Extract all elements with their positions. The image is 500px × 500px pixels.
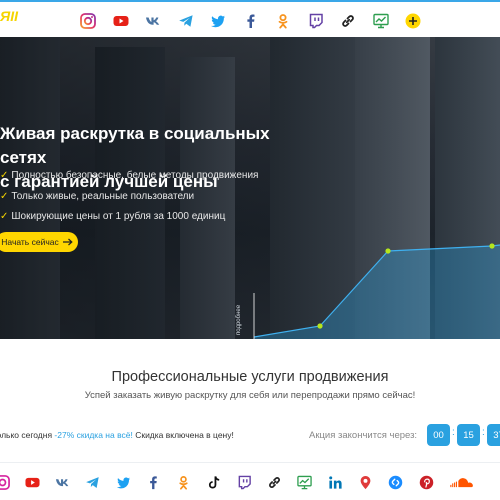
- pinterest-icon[interactable]: [418, 474, 434, 490]
- logo[interactable]: ЯII: [0, 8, 18, 24]
- check-icon: ✓: [0, 170, 9, 181]
- hero-bullet-text: Шокирующие цены от 1 рубля за 1000 едини…: [11, 211, 226, 222]
- hero-title: Живая раскрутка в социальных сетях с гар…: [0, 122, 320, 194]
- hero-bullet: ✓ Полностью безопасные, белые методы про…: [0, 170, 258, 181]
- chart-point: [489, 243, 495, 249]
- odnoklassniki-icon[interactable]: [176, 474, 192, 490]
- top-navigation: ЯII: [0, 0, 500, 37]
- vk-icon[interactable]: [55, 474, 71, 490]
- promo-prefix: Только сегодня: [0, 430, 53, 440]
- services-title: Профессиональные услуги продвижения: [111, 369, 389, 385]
- timer-label: Акция закончится через:: [309, 430, 418, 441]
- twitter-icon[interactable]: [115, 474, 131, 490]
- instagram-icon[interactable]: [78, 11, 98, 31]
- youtube-icon[interactable]: [111, 11, 131, 31]
- chart-axis-label: подробнее: [236, 304, 242, 335]
- promo-banner: Только сегодня -27% скидка на всё! Скидк…: [0, 430, 234, 440]
- chart-point: [385, 248, 391, 254]
- timer-minutes: 15: [457, 424, 480, 446]
- promo-suffix: Скидка включена в цену!: [132, 430, 234, 440]
- twitch-icon[interactable]: [306, 11, 326, 31]
- telegram-icon[interactable]: [85, 474, 101, 490]
- timer-hours: 00: [427, 424, 450, 446]
- hero-bullet-text: Полностью безопасные, белые методы продв…: [11, 170, 259, 181]
- social-icons-top: [78, 11, 436, 31]
- facebook-icon[interactable]: [145, 474, 161, 490]
- link-icon[interactable]: [338, 11, 358, 31]
- social-icons-bottom: [0, 462, 500, 500]
- hero-title-line: Живая раскрутка в социальных сетях: [0, 124, 270, 167]
- soundcloud-icon[interactable]: [448, 474, 478, 490]
- linkedin-icon[interactable]: [327, 474, 343, 490]
- start-now-label: Начать сейчас: [1, 237, 59, 247]
- growth-chart-area: [254, 245, 500, 339]
- telegram-icon[interactable]: [176, 11, 196, 31]
- instagram-icon[interactable]: [0, 474, 10, 490]
- shazam-icon[interactable]: [388, 474, 404, 490]
- timer-separator: :: [482, 427, 485, 438]
- tiktok-icon[interactable]: [206, 474, 222, 490]
- facebook-icon[interactable]: [241, 11, 261, 31]
- check-icon: ✓: [0, 191, 9, 202]
- services-subtitle: Успей заказать живую раскрутку для себя …: [84, 390, 416, 401]
- promo-highlight: -27% скидка на всё!: [54, 430, 133, 440]
- check-icon: ✓: [0, 211, 9, 222]
- start-now-button[interactable]: Начать сейчас: [0, 232, 78, 252]
- vk-icon[interactable]: [143, 11, 163, 31]
- chart-point: [317, 323, 323, 329]
- page: ЯII подробнее Живая раскрутка в социальн…: [0, 0, 500, 500]
- twitter-icon[interactable]: [208, 11, 228, 31]
- link-icon[interactable]: [267, 474, 283, 490]
- map-pin-icon[interactable]: [358, 474, 374, 490]
- stats-chart-icon[interactable]: [297, 474, 313, 490]
- youtube-icon[interactable]: [24, 474, 40, 490]
- hero-section: подробнее Живая раскрутка в социальных с…: [0, 37, 500, 339]
- hero-bullet: ✓ Шокирующие цены от 1 рубля за 1000 еди…: [0, 211, 225, 222]
- timer-seconds: 37: [487, 424, 500, 446]
- twitch-icon[interactable]: [236, 474, 252, 490]
- arrow-right-icon: [62, 238, 73, 246]
- timer-separator: :: [452, 427, 455, 438]
- odnoklassniki-icon[interactable]: [273, 11, 293, 31]
- stats-chart-icon[interactable]: [371, 11, 391, 31]
- hero-bullet-text: Только живые, реальные пользователи: [11, 191, 195, 202]
- add-icon[interactable]: [403, 11, 423, 31]
- hero-bullet: ✓ Только живые, реальные пользователи: [0, 191, 194, 202]
